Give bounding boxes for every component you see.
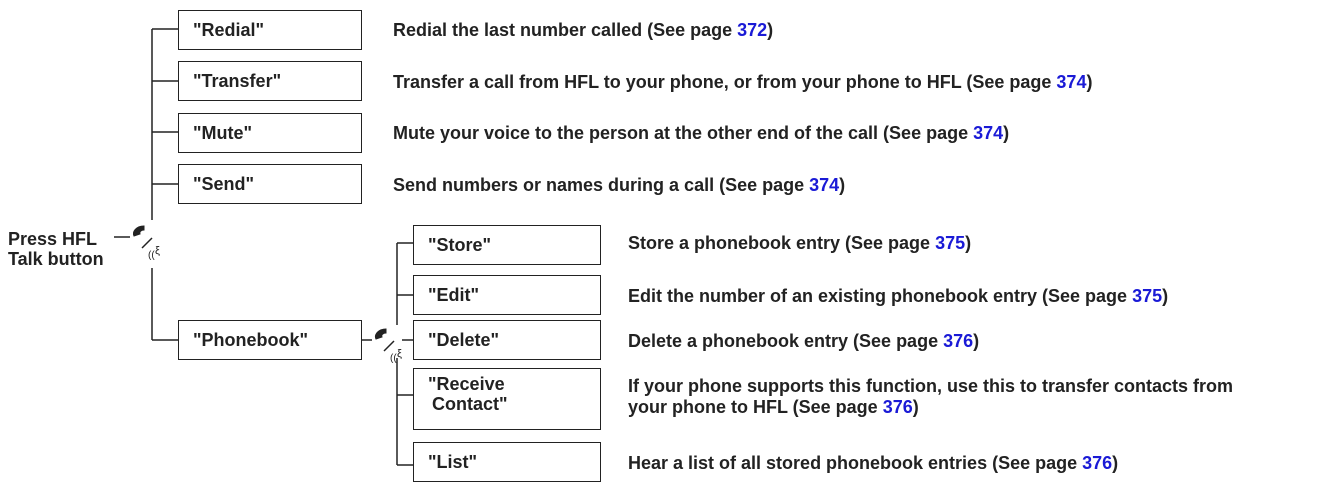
- command-box-redial: "Redial": [178, 10, 362, 50]
- page-reference[interactable]: 375: [935, 233, 965, 253]
- description-text: Edit the number of an existing phonebook…: [628, 286, 1133, 306]
- command-label: "Phonebook": [193, 330, 309, 350]
- description-text-end: ): [912, 397, 919, 417]
- svg-text:ξ: ξ: [397, 348, 402, 360]
- command-box-delete: "Delete": [413, 320, 601, 360]
- command-label: "Delete": [428, 330, 500, 350]
- description-text-end: ): [767, 20, 774, 40]
- command-box-send: "Send": [178, 164, 362, 204]
- command-label: "List": [428, 452, 478, 472]
- description-text-end: ): [965, 233, 972, 253]
- page-reference[interactable]: 376: [1082, 453, 1112, 473]
- command-box-phonebook: "Phonebook": [178, 320, 362, 360]
- command-box-edit: "Edit": [413, 275, 601, 315]
- description-text: Redial the last number called (See page: [393, 20, 738, 40]
- page-reference[interactable]: 376: [943, 331, 973, 351]
- command-box-list: "List": [413, 442, 601, 482]
- description-list: Hear a list of all stored phonebook entr…: [628, 453, 1118, 474]
- command-label: "Transfer": [193, 71, 282, 91]
- talk-button-icon: (( ξ: [375, 328, 402, 364]
- command-box-store: "Store": [413, 225, 601, 265]
- description-text: Store a phonebook entry (See page: [628, 233, 936, 253]
- page-reference[interactable]: 374: [1056, 72, 1086, 92]
- description-text: Transfer a call from HFL to your phone, …: [393, 72, 1057, 92]
- root-label-line1: Press HFL: [8, 229, 98, 249]
- description-text-line1: If your phone supports this function, us…: [628, 376, 1234, 396]
- description-delete: Delete a phonebook entry (See page 376): [628, 331, 979, 352]
- description-store: Store a phonebook entry (See page 375): [628, 233, 971, 254]
- description-text-end: ): [1162, 286, 1169, 306]
- voice-command-tree: (( ξ (( ξ Press HFL Talk button "Redial"…: [0, 0, 1340, 482]
- root-label: Press HFL Talk button: [8, 229, 104, 269]
- description-text-line2: your phone to HFL (See page: [628, 397, 883, 417]
- description-text-end: ): [1003, 123, 1010, 143]
- description-text: Delete a phonebook entry (See page: [628, 331, 944, 351]
- command-label: "Store": [428, 235, 492, 255]
- description-transfer: Transfer a call from HFL to your phone, …: [393, 72, 1092, 93]
- description-text: Mute your voice to the person at the oth…: [393, 123, 974, 143]
- page-reference[interactable]: 374: [973, 123, 1003, 143]
- description-text-end: ): [1112, 453, 1119, 473]
- page-reference[interactable]: 375: [1132, 286, 1162, 306]
- svg-text:ξ: ξ: [155, 245, 160, 257]
- page-reference[interactable]: 372: [737, 20, 767, 40]
- root-label-line2: Talk button: [8, 249, 104, 269]
- page-reference[interactable]: 376: [883, 397, 913, 417]
- description-text-end: ): [839, 175, 846, 195]
- command-label: "Send": [193, 174, 255, 194]
- description-send: Send numbers or names during a call (See…: [393, 175, 845, 196]
- description-text: Send numbers or names during a call (See…: [393, 175, 810, 195]
- command-label: "Mute": [193, 123, 253, 143]
- description-edit: Edit the number of an existing phonebook…: [628, 286, 1168, 307]
- command-box-transfer: "Transfer": [178, 61, 362, 101]
- description-text-end: ): [973, 331, 980, 351]
- command-box-mute: "Mute": [178, 113, 362, 153]
- description-receive-contact: If your phone supports this function, us…: [628, 376, 1233, 418]
- description-line2: your phone to HFL (See page 376): [628, 397, 1233, 418]
- command-label: "Edit": [428, 285, 480, 305]
- command-label: "Redial": [193, 20, 265, 40]
- page-reference[interactable]: 374: [809, 175, 839, 195]
- talk-button-icon: (( ξ: [133, 225, 160, 261]
- command-label-line2: Contact": [432, 394, 508, 414]
- description-text: Hear a list of all stored phonebook entr…: [628, 453, 1083, 473]
- description-redial: Redial the last number called (See page …: [393, 20, 773, 41]
- description-mute: Mute your voice to the person at the oth…: [393, 123, 1009, 144]
- description-text-end: ): [1086, 72, 1093, 92]
- command-box-receive-contact: "Receive Contact": [413, 368, 601, 430]
- command-label-line1: "Receive: [428, 374, 505, 394]
